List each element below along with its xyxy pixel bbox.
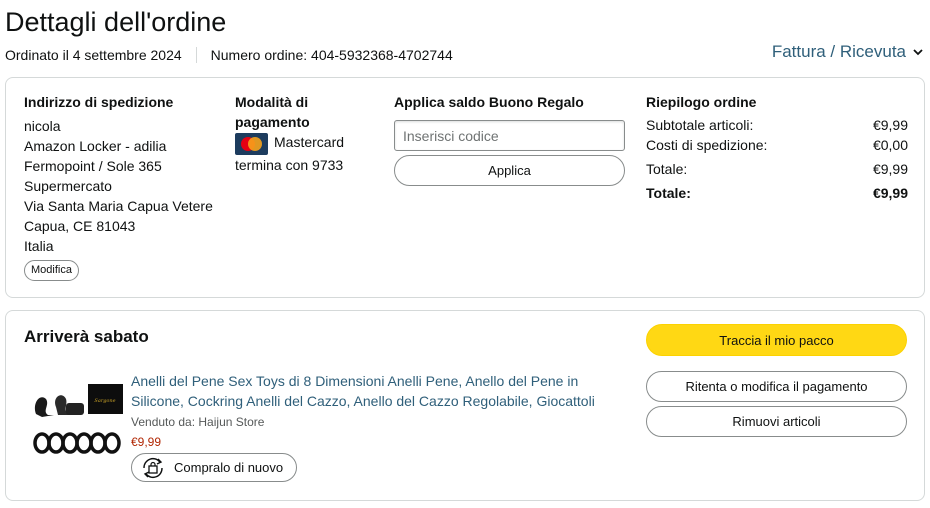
shipping-address: Indirizzo di spedizione nicola Amazon Lo…	[24, 92, 224, 281]
edit-address-button[interactable]: Modifica	[24, 260, 79, 281]
remove-items-button[interactable]: Rimuovi articoli	[646, 406, 907, 437]
buy-again-button[interactable]: Compralo di nuovo	[131, 453, 297, 482]
retry-payment-button[interactable]: Ritenta o modifica il pagamento	[646, 371, 907, 402]
product-title-link[interactable]: Anelli del Pene Sex Toys di 8 Dimensioni…	[131, 371, 611, 411]
summary-row-shipping: Costi di spedizione: €0,00	[646, 135, 908, 155]
summary-row-total: Totale: €9,99	[646, 159, 908, 179]
address-line: Capua, CE 81043	[24, 218, 136, 234]
address-line: Supermercato	[24, 178, 112, 194]
address-line: Fermopoint / Sole 365	[24, 158, 162, 174]
summary-value: €9,99	[872, 185, 908, 201]
order-meta: Ordinato il 4 settembre 2024 Numero ordi…	[5, 46, 453, 64]
divider	[195, 47, 197, 63]
gift-code-input[interactable]	[394, 120, 625, 151]
payment-method: Modalità di pagamento Mastercard termina…	[235, 92, 375, 175]
payment-heading: Modalità di pagamento	[235, 92, 375, 132]
payment-heading-line: Modalità di	[235, 94, 309, 110]
payment-heading-line: pagamento	[235, 114, 310, 130]
invoice-label: Fattura / Ricevuta	[771, 42, 906, 61]
buy-again-label: Compralo di nuovo	[174, 460, 284, 475]
product-image[interactable]: Sargone	[30, 381, 125, 461]
address-line: Italia	[24, 238, 54, 254]
address-lines: nicola Amazon Locker - adilia Fermopoint…	[24, 116, 224, 256]
gift-card-section: Applica saldo Buono Regalo Applica	[394, 92, 626, 186]
summary-row-subtotal: Subtotale articoli: €9,99	[646, 115, 908, 135]
seller-info: Venduto da: Haijun Store	[131, 415, 265, 429]
card-line: Mastercard	[235, 132, 375, 155]
page-title: Dettagli dell'ordine	[5, 7, 227, 37]
summary-label: Totale:	[646, 161, 688, 177]
product-price: €9,99	[131, 435, 162, 449]
chevron-down-icon	[913, 49, 923, 56]
summary-row-grand-total: Totale: €9,99	[646, 183, 908, 203]
summary-value: €9,99	[872, 117, 908, 133]
order-details-box: Indirizzo di spedizione nicola Amazon Lo…	[5, 77, 925, 298]
shipment-box: Arriverà sabato Traccia il mio pacco Rit…	[5, 310, 925, 501]
delivery-status: Arriverà sabato	[24, 327, 149, 346]
buy-again-icon	[143, 457, 163, 478]
apply-gift-button[interactable]: Applica	[394, 155, 625, 186]
gift-heading: Applica saldo Buono Regalo	[394, 94, 584, 110]
address-line: nicola	[24, 118, 61, 134]
address-line: Via Santa Maria Capua Vetere	[24, 198, 213, 214]
card-ending: termina con 9733	[235, 157, 344, 173]
summary-value: €9,99	[872, 161, 908, 177]
address-line: Amazon Locker - adilia	[24, 138, 167, 154]
card-name: Mastercard	[274, 134, 345, 150]
invoice-link[interactable]: Fattura / Ricevuta	[772, 42, 924, 62]
summary-heading: Riepilogo ordine	[646, 94, 757, 110]
summary-value: €0,00	[872, 137, 908, 153]
order-date: Ordinato il 4 settembre 2024	[5, 47, 182, 63]
mastercard-icon	[235, 133, 268, 155]
track-package-button[interactable]: Traccia il mio pacco	[646, 324, 907, 356]
order-summary: Riepilogo ordine Subtotale articoli: €9,…	[646, 92, 908, 203]
shipping-heading: Indirizzo di spedizione	[24, 94, 174, 110]
order-number: Numero ordine: 404-5932368-4702744	[210, 47, 453, 63]
summary-label: Totale:	[646, 185, 691, 201]
summary-label: Subtotale articoli:	[646, 117, 754, 133]
svg-text:Sargone: Sargone	[94, 398, 115, 404]
summary-label: Costi di spedizione:	[646, 137, 768, 153]
